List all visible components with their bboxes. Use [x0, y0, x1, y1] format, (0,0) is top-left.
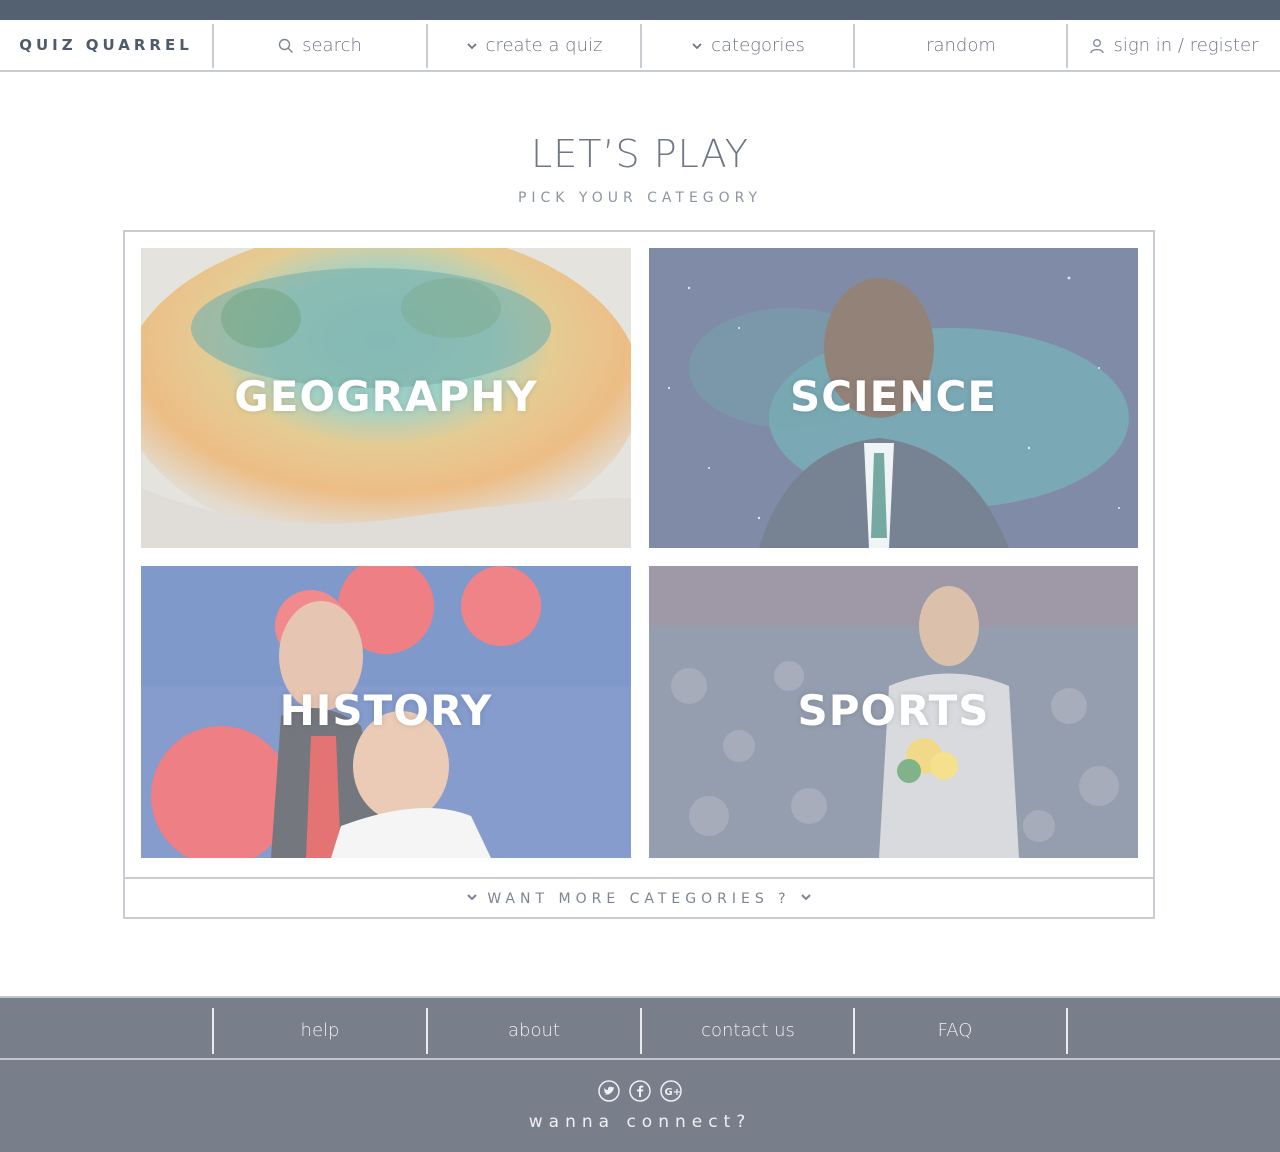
- footer-link-faq[interactable]: FAQ: [855, 1008, 1055, 1054]
- user-icon: [1090, 39, 1105, 54]
- site-footer: help about contact us FAQ G+ wanna conne…: [0, 996, 1280, 1152]
- category-tile-geography[interactable]: GEOGRAPHY: [141, 248, 631, 548]
- category-label: GEOGRAPHY: [234, 372, 538, 421]
- nav-categories-label: categories: [711, 35, 805, 56]
- footer-link-contact[interactable]: contact us: [642, 1008, 854, 1054]
- facebook-icon[interactable]: [629, 1080, 651, 1106]
- category-tile-science[interactable]: SCIENCE: [649, 248, 1138, 548]
- twitter-icon[interactable]: [598, 1080, 620, 1106]
- page-title: LET’S PLAY: [531, 132, 749, 176]
- site-logo[interactable]: QUIZ QUARREL: [0, 20, 212, 70]
- category-label: SPORTS: [797, 686, 990, 735]
- footer-separator: [1066, 1008, 1068, 1054]
- social-links: G+: [0, 1080, 1280, 1106]
- category-label: HISTORY: [279, 686, 493, 735]
- chevron-down-icon: [692, 43, 702, 50]
- category-panel: GEOGRAPHY SCIENCE HISTORY SPORTS WANT MO…: [123, 230, 1155, 919]
- footer-link-help[interactable]: help: [214, 1008, 426, 1054]
- page-subtitle: PICK YOUR CATEGORY: [517, 190, 763, 206]
- nav-sign-in[interactable]: sign in / register: [1068, 24, 1280, 68]
- connect-text: wanna connect?: [528, 1112, 752, 1132]
- more-categories-button[interactable]: WANT MORE CATEGORIES ?: [125, 879, 1153, 919]
- footer-link-about[interactable]: about: [428, 1008, 640, 1054]
- nav-create-label: create a quiz: [485, 35, 603, 56]
- chevron-down-icon: [466, 879, 478, 919]
- category-label: SCIENCE: [789, 372, 998, 421]
- google-plus-icon[interactable]: G+: [660, 1080, 682, 1106]
- category-tile-history[interactable]: HISTORY: [141, 566, 631, 858]
- chevron-down-icon: [800, 879, 812, 919]
- svg-text:G+: G+: [665, 1087, 682, 1098]
- top-nav: QUIZ QUARREL search create a quiz catego…: [0, 20, 1280, 72]
- search-icon: [278, 38, 294, 53]
- footer-links: help about contact us FAQ: [0, 996, 1280, 1060]
- nav-search[interactable]: search: [214, 24, 426, 68]
- nav-search-label: search: [302, 35, 362, 56]
- nav-sign-in-label: sign in / register: [1113, 35, 1259, 56]
- nav-categories[interactable]: categories: [642, 24, 854, 68]
- nav-random-label: random: [926, 35, 996, 56]
- chevron-down-icon: [466, 43, 477, 50]
- category-tile-sports[interactable]: SPORTS: [649, 566, 1138, 858]
- top-accent-bar: [0, 0, 1280, 20]
- more-categories-label: WANT MORE CATEGORIES ?: [487, 891, 791, 907]
- nav-create-quiz[interactable]: create a quiz: [428, 24, 640, 68]
- nav-random[interactable]: random: [855, 24, 1067, 68]
